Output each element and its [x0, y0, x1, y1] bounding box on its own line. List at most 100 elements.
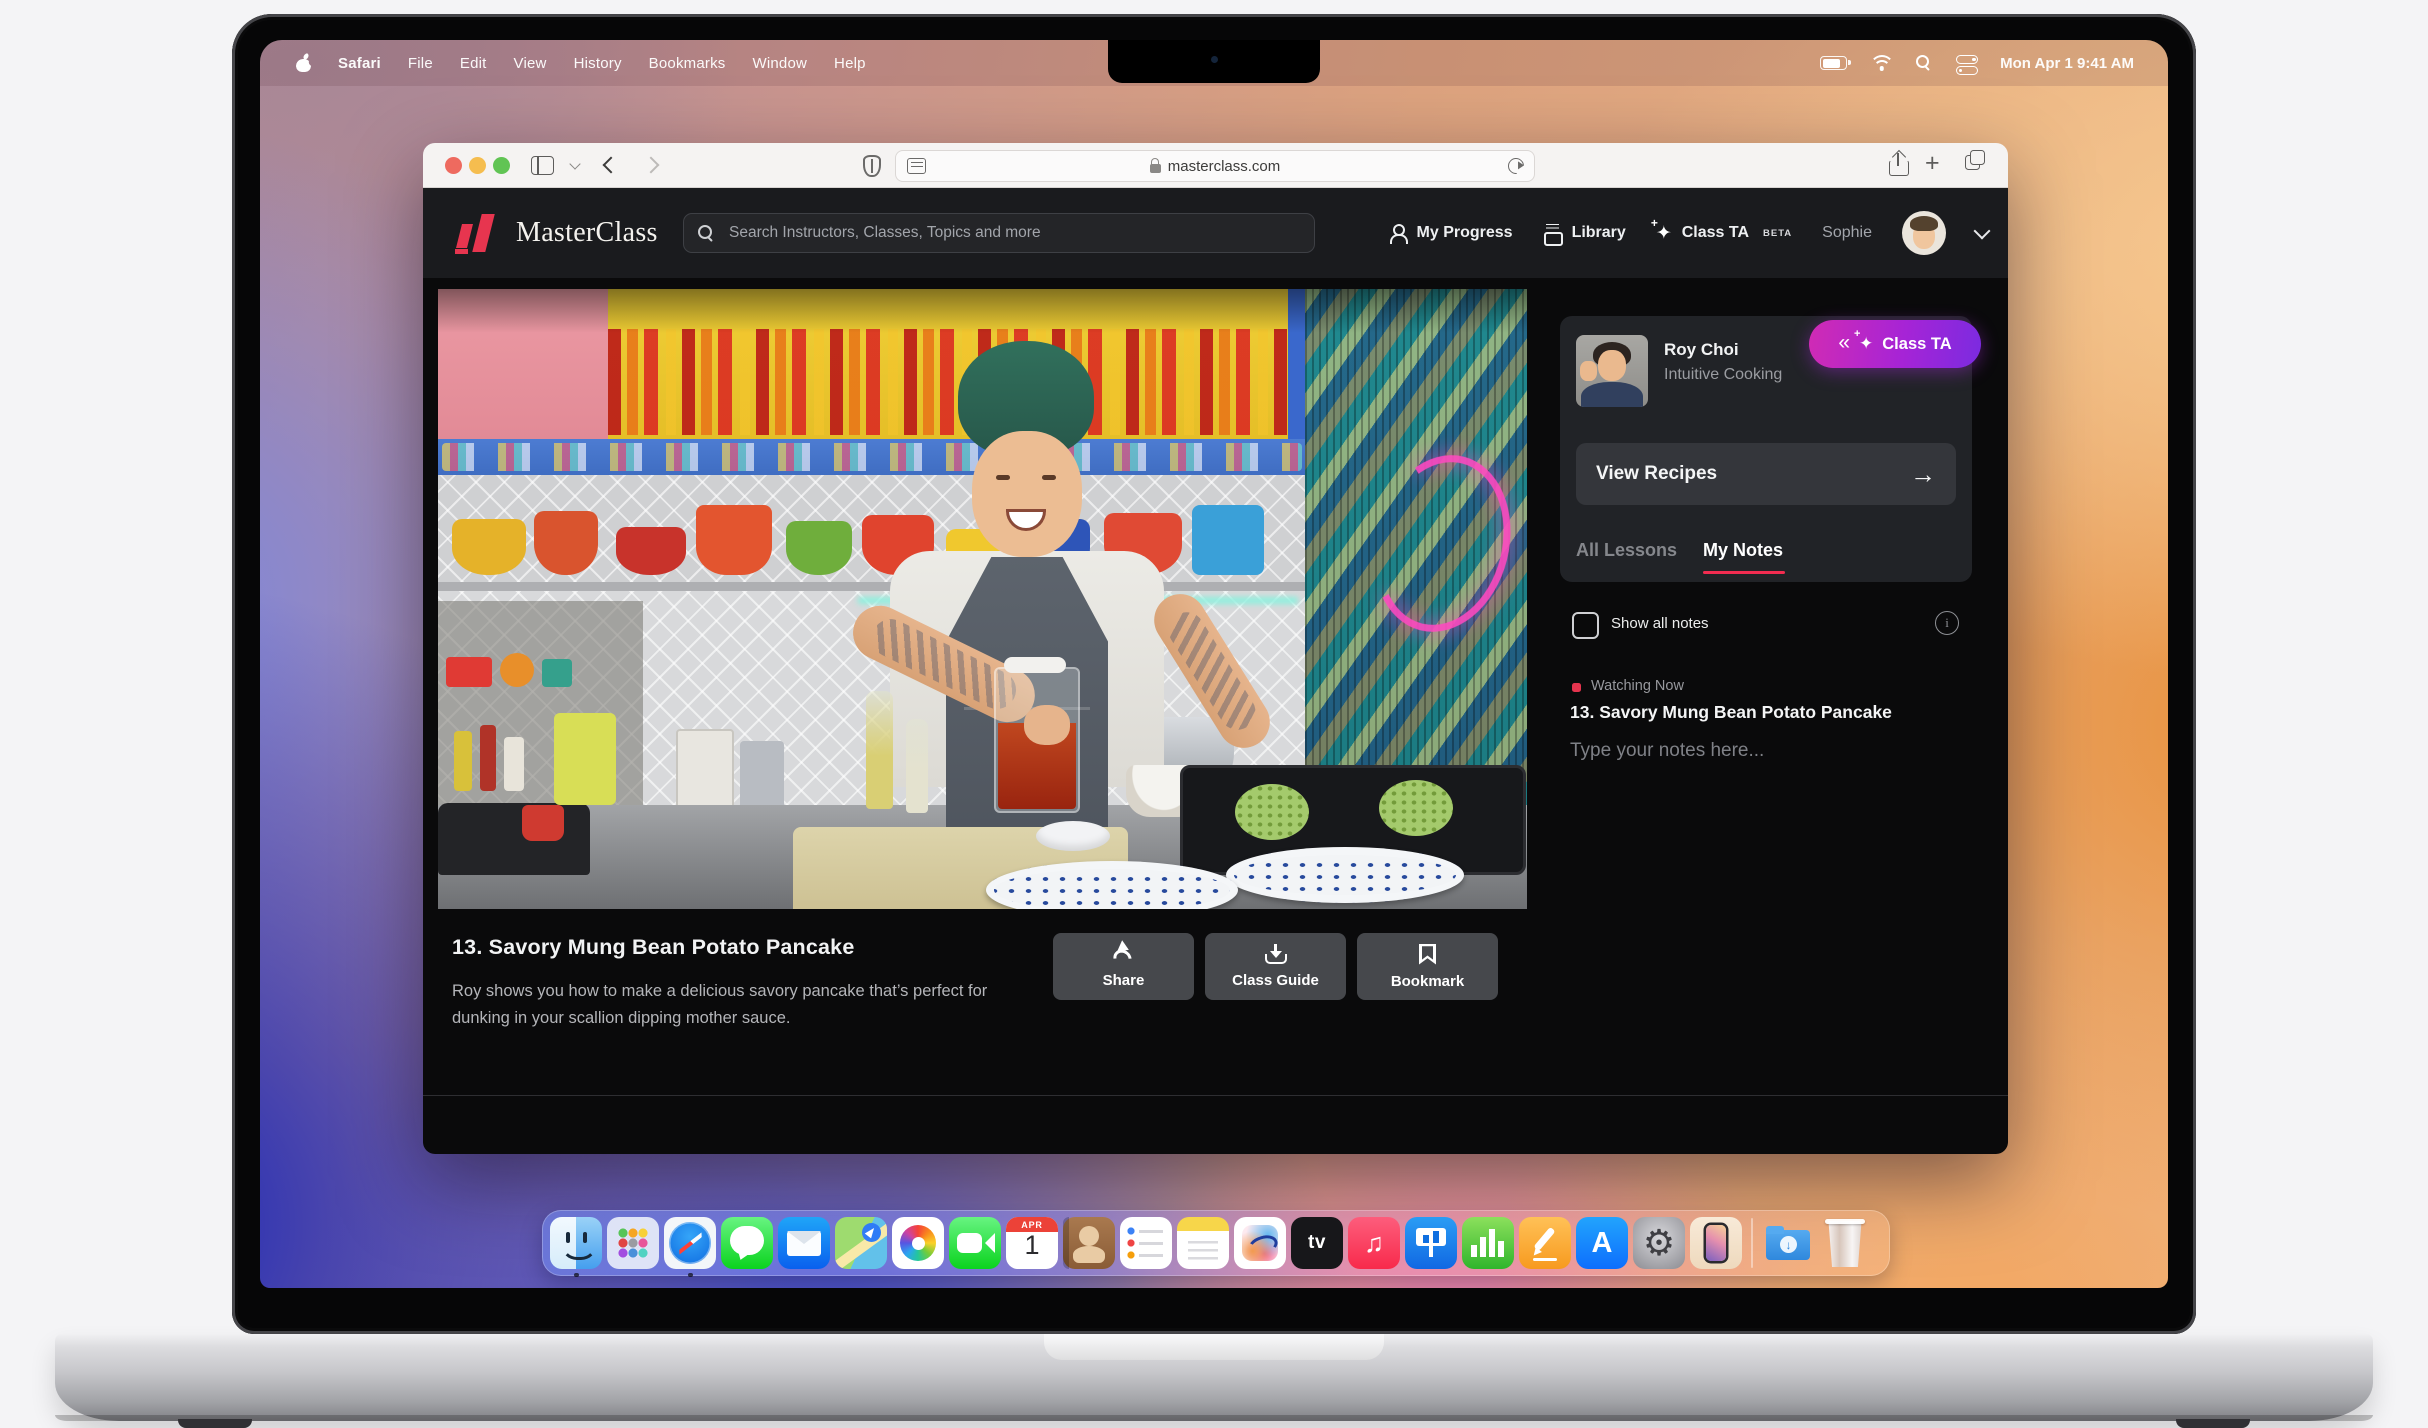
- menu-help[interactable]: Help: [834, 55, 866, 72]
- dock-pages-icon[interactable]: [1519, 1217, 1571, 1269]
- beta-badge: BETA: [1763, 228, 1792, 239]
- privacy-shield-icon[interactable]: [863, 155, 881, 177]
- macbook-screen: Safari File Edit View History Bookmarks …: [232, 14, 2196, 1334]
- menu-file[interactable]: File: [408, 55, 433, 72]
- library-label: Library: [1572, 224, 1626, 242]
- video-player[interactable]: [438, 289, 1527, 909]
- dock-app-store-icon[interactable]: [1576, 1217, 1628, 1269]
- minimize-window-button[interactable]: [469, 157, 486, 174]
- bookmark-icon: [1419, 944, 1436, 965]
- dock-freeform-icon[interactable]: [1234, 1217, 1286, 1269]
- share-button[interactable]: Share: [1053, 933, 1194, 1000]
- chevron-down-icon[interactable]: [569, 158, 580, 169]
- close-window-button[interactable]: [445, 157, 462, 174]
- video-art: [866, 691, 893, 809]
- show-all-notes-checkbox[interactable]: [1572, 612, 1599, 639]
- current-lesson-title: 13. Savory Mung Bean Potato Pancake: [1570, 702, 1892, 723]
- camera-icon: [1211, 56, 1218, 63]
- dock-tv-icon[interactable]: tv: [1291, 1217, 1343, 1269]
- menu-bookmarks[interactable]: Bookmarks: [649, 55, 726, 72]
- dock-maps-icon[interactable]: [835, 1217, 887, 1269]
- zoom-window-button[interactable]: [493, 157, 510, 174]
- lesson-title: 13. Savory Mung Bean Potato Pancake: [452, 935, 855, 960]
- wifi-icon[interactable]: [1871, 55, 1892, 71]
- dock-launchpad-icon[interactable]: [607, 1217, 659, 1269]
- nav-my-progress[interactable]: My Progress: [1389, 224, 1513, 242]
- share-label: Share: [1103, 972, 1145, 989]
- video-art: [554, 713, 616, 805]
- macbook-base: [55, 1333, 2373, 1421]
- dock-calendar-icon[interactable]: APR 1: [1006, 1217, 1058, 1269]
- dock-system-settings-icon[interactable]: [1633, 1217, 1685, 1269]
- share-icon[interactable]: [1889, 153, 1907, 175]
- dock-facetime-icon[interactable]: [949, 1217, 1001, 1269]
- bookmark-button[interactable]: Bookmark: [1357, 933, 1498, 1000]
- video-art: [906, 719, 928, 813]
- sidebar-toggle-icon[interactable]: [531, 156, 554, 175]
- forward-icon[interactable]: [643, 157, 660, 174]
- menu-history[interactable]: History: [574, 55, 622, 72]
- dock-safari-icon[interactable]: [664, 1217, 716, 1269]
- lesson-actions: Share Class Guide Bookmark: [1053, 933, 1498, 1000]
- video-art: [1024, 705, 1070, 745]
- masterclass-wordmark: MasterClass: [516, 217, 658, 249]
- apple-menu-icon[interactable]: [296, 54, 311, 72]
- dock-contacts-icon[interactable]: [1063, 1217, 1115, 1269]
- watching-now-dot: [1572, 683, 1581, 692]
- watching-now-label: Watching Now: [1591, 678, 1684, 694]
- macbook-foot: [2176, 1419, 2250, 1428]
- video-art: [972, 431, 1082, 557]
- reader-icon[interactable]: [907, 158, 926, 174]
- notes-input[interactable]: Type your notes here...: [1570, 740, 1764, 762]
- control-center-icon[interactable]: [1956, 55, 1976, 71]
- video-art: [522, 805, 564, 841]
- instructor-name: Roy Choi: [1664, 340, 1739, 360]
- class-ta-label: Class TA: [1682, 224, 1749, 242]
- header-nav: My Progress Library ✦ Class TA BETA: [1389, 188, 1988, 278]
- tv-label: tv: [1291, 1217, 1343, 1269]
- dock-trash-icon[interactable]: [1819, 1217, 1871, 1269]
- instructor-thumbnail[interactable]: [1576, 335, 1648, 407]
- dock-iphone-mirroring-icon[interactable]: [1690, 1217, 1742, 1269]
- spotlight-search-icon[interactable]: [1916, 55, 1932, 71]
- tab-overview-icon[interactable]: [1965, 155, 1980, 170]
- dock-photos-icon[interactable]: [892, 1217, 944, 1269]
- dock-downloads-icon[interactable]: [1762, 1217, 1814, 1269]
- dock-mail-icon[interactable]: [778, 1217, 830, 1269]
- desktop: Safari File Edit View History Bookmarks …: [0, 0, 2428, 1428]
- account-chevron-down-icon[interactable]: [1974, 223, 1991, 240]
- address-bar[interactable]: masterclass.com: [895, 150, 1535, 182]
- nav-class-ta[interactable]: ✦ Class TA BETA: [1656, 224, 1792, 243]
- menu-edit[interactable]: Edit: [460, 55, 487, 72]
- dock-reminders-icon[interactable]: [1120, 1217, 1172, 1269]
- info-icon[interactable]: i: [1935, 611, 1959, 635]
- nav-library[interactable]: Library: [1543, 224, 1626, 243]
- menu-window[interactable]: Window: [752, 55, 807, 72]
- video-art: [1226, 847, 1464, 903]
- dock-notes-icon[interactable]: [1177, 1217, 1229, 1269]
- tab-my-notes[interactable]: My Notes: [1703, 540, 1783, 561]
- user-avatar[interactable]: [1902, 211, 1946, 255]
- search-input[interactable]: [727, 223, 1300, 243]
- dock-messages-icon[interactable]: [721, 1217, 773, 1269]
- dock-numbers-icon[interactable]: [1462, 1217, 1514, 1269]
- menu-view[interactable]: View: [514, 55, 547, 72]
- library-icon: [1543, 224, 1562, 243]
- refresh-icon[interactable]: [1505, 155, 1528, 178]
- class-guide-button[interactable]: Class Guide: [1205, 933, 1346, 1000]
- dock-keynote-icon[interactable]: [1405, 1217, 1457, 1269]
- dock-finder-icon[interactable]: [550, 1217, 602, 1269]
- tab-all-lessons[interactable]: All Lessons: [1576, 540, 1677, 561]
- battery-icon[interactable]: [1820, 56, 1847, 70]
- view-recipes-button[interactable]: View Recipes →: [1576, 443, 1956, 505]
- masterclass-logo[interactable]: MasterClass: [455, 212, 658, 254]
- new-tab-icon[interactable]: +: [1925, 149, 1940, 178]
- menu-safari[interactable]: Safari: [338, 55, 381, 72]
- safari-window: masterclass.com + MasterClass: [423, 143, 2008, 1154]
- back-icon[interactable]: [603, 157, 620, 174]
- menu-bar-clock[interactable]: Mon Apr 1 9:41 AM: [2000, 55, 2134, 72]
- search-bar[interactable]: [683, 213, 1315, 253]
- dock-music-icon[interactable]: [1348, 1217, 1400, 1269]
- class-ta-button[interactable]: « ✦ Class TA: [1809, 320, 1981, 368]
- class-guide-label: Class Guide: [1232, 972, 1319, 989]
